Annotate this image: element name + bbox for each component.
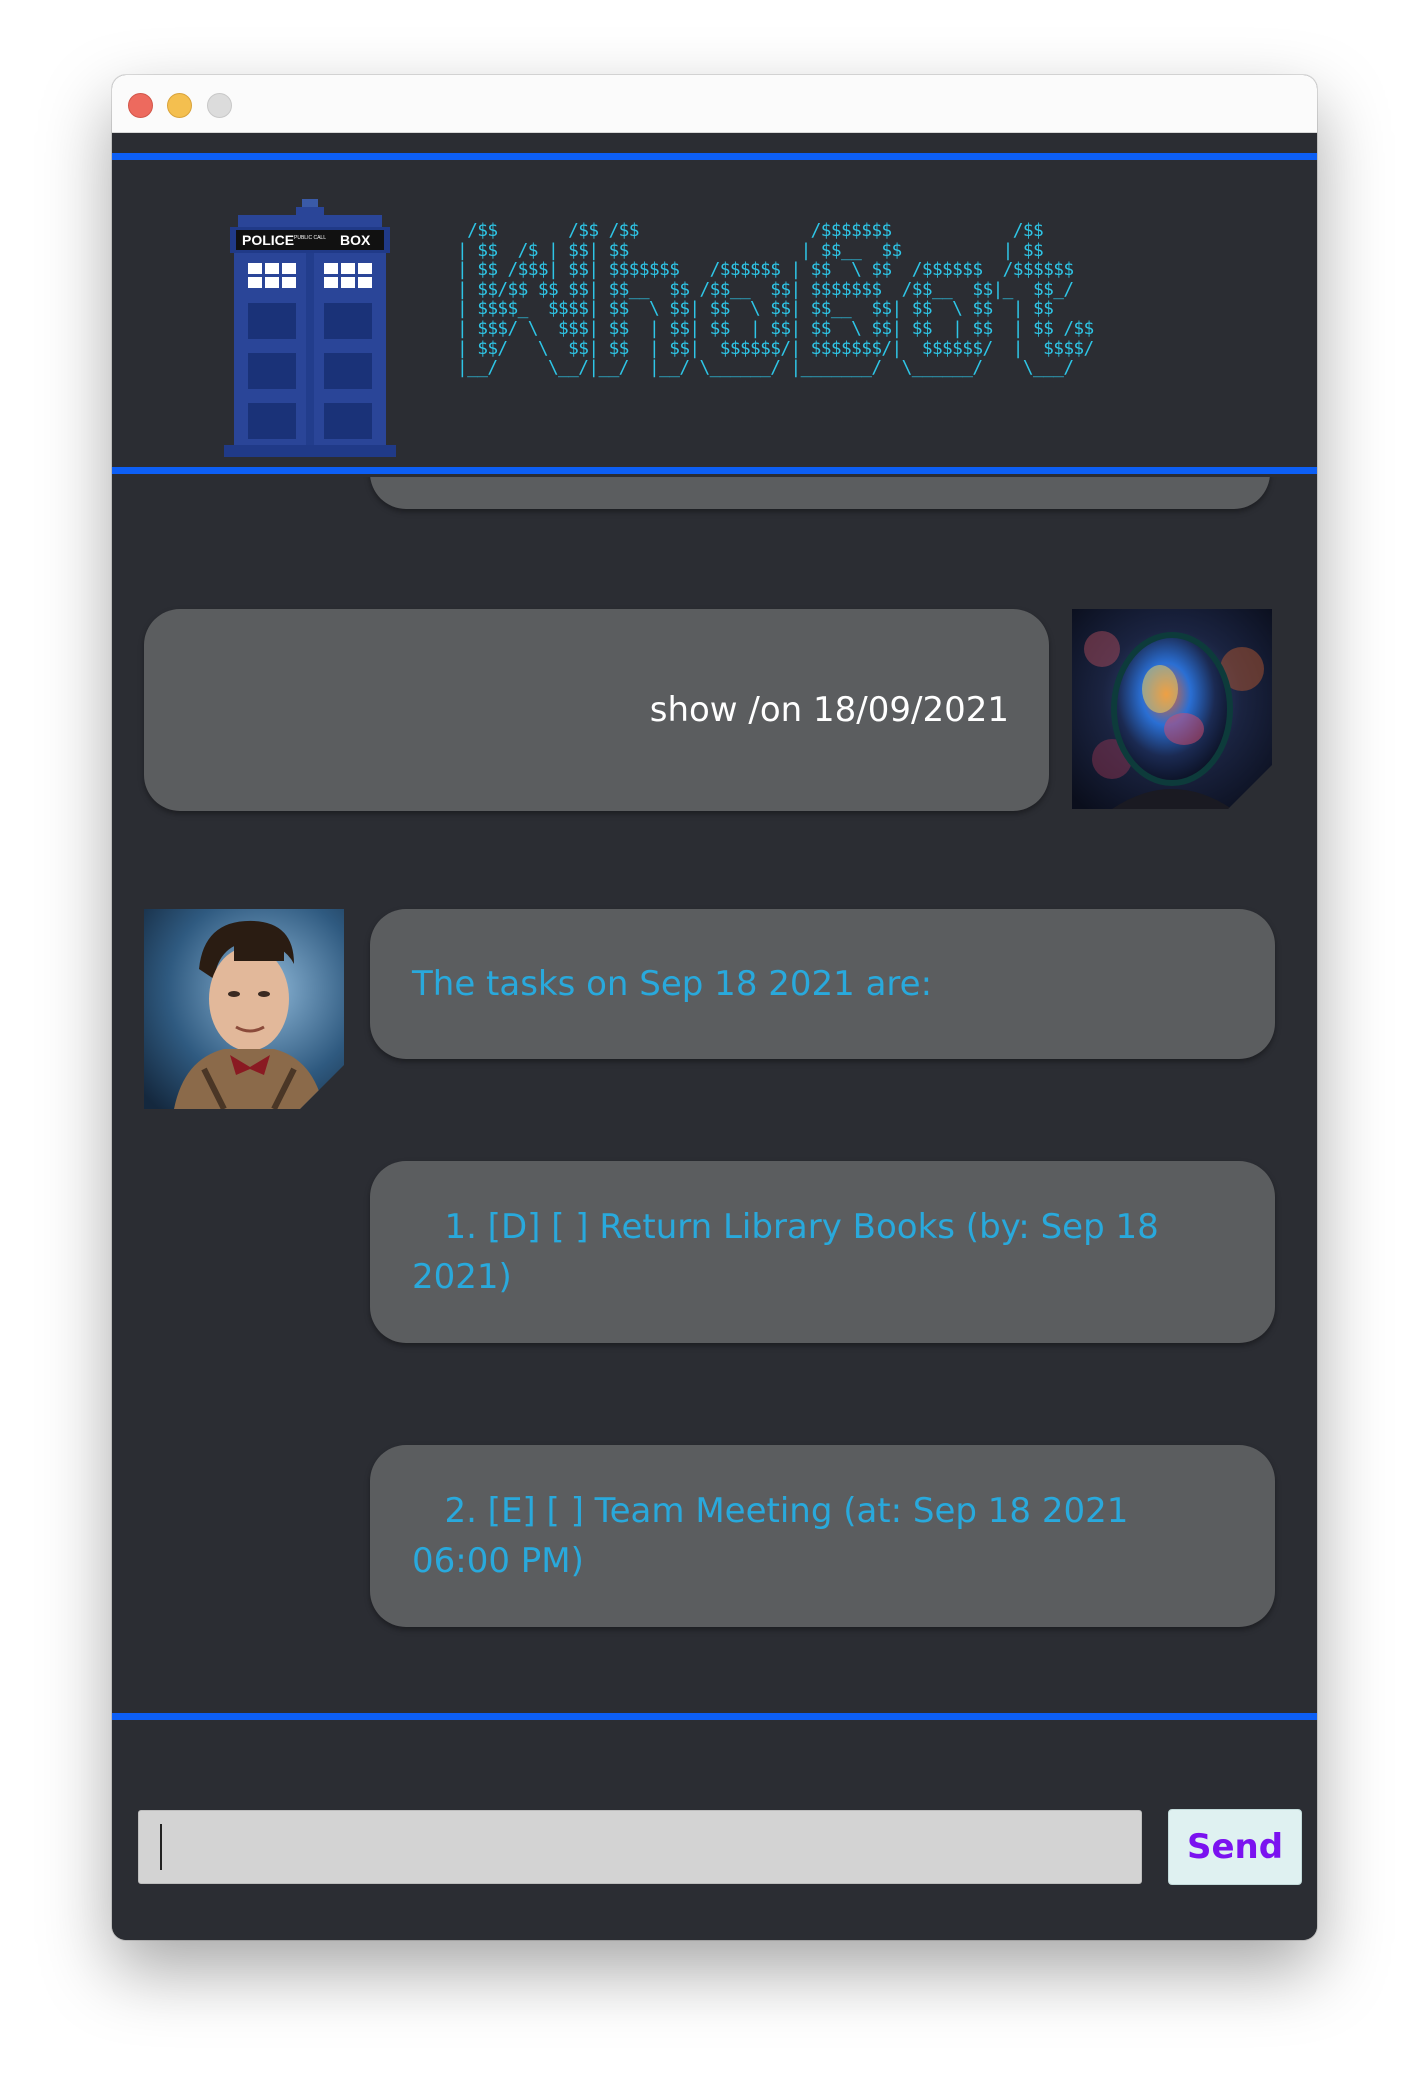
close-window-button[interactable] — [128, 93, 153, 118]
bot-message-bubble: The tasks on Sep 18 2021 are: — [370, 909, 1275, 1059]
header: POLICE PUBLIC CALL BOX /$$ /$$ /$$ /$$$$… — [112, 163, 1317, 470]
header-top-rule — [112, 153, 1317, 160]
bot-message-text: The tasks on Sep 18 2021 are: — [412, 964, 933, 1004]
bot-task-bubble: 2. [E] [ ] Team Meeting (at: Sep 18 2021… — [370, 1445, 1275, 1627]
tardis-sign-left: POLICE — [242, 232, 294, 248]
message-input[interactable] — [138, 1810, 1142, 1884]
bot-task-bubble: 1. [D] [ ] Return Library Books (by: Sep… — [370, 1161, 1275, 1343]
header-bottom-rule — [112, 467, 1317, 474]
space-helmet-avatar-icon — [1072, 609, 1272, 809]
user-message-text: show /on 18/09/2021 — [649, 690, 1009, 730]
minimize-window-button[interactable] — [167, 93, 192, 118]
app-window: POLICE PUBLIC CALL BOX /$$ /$$ /$$ /$$$$… — [112, 75, 1317, 1940]
send-button[interactable]: Send — [1168, 1809, 1302, 1885]
bot-task-text: 1. [D] [ ] Return Library Books (by: Sep… — [412, 1207, 1170, 1297]
zoom-window-button[interactable] — [207, 93, 232, 118]
user-avatar — [1072, 609, 1272, 809]
previous-message-bubble — [370, 477, 1270, 509]
app-title-ascii: /$$ /$$ /$$ /$$$$$$$ /$$ | $$ /$ | $$| $… — [457, 220, 1094, 379]
input-top-rule — [112, 1713, 1317, 1720]
bot-avatar — [144, 909, 344, 1109]
input-bar: Send — [112, 1722, 1317, 1940]
doctor-avatar-icon — [144, 909, 344, 1109]
chat-area[interactable]: show /on 18/09/2021 The tasks on Sep 18 … — [112, 477, 1317, 1715]
title-bar — [112, 75, 1317, 133]
bot-task-text: 2. [E] [ ] Team Meeting (at: Sep 18 2021… — [412, 1491, 1140, 1581]
text-caret — [160, 1824, 162, 1870]
tardis-sign-middle: PUBLIC CALL — [294, 235, 326, 241]
user-message-bubble: show /on 18/09/2021 — [144, 609, 1049, 811]
police-box-icon: POLICE PUBLIC CALL BOX — [224, 199, 396, 457]
app-content: POLICE PUBLIC CALL BOX /$$ /$$ /$$ /$$$$… — [112, 133, 1317, 1940]
tardis-sign-right: BOX — [340, 232, 371, 248]
